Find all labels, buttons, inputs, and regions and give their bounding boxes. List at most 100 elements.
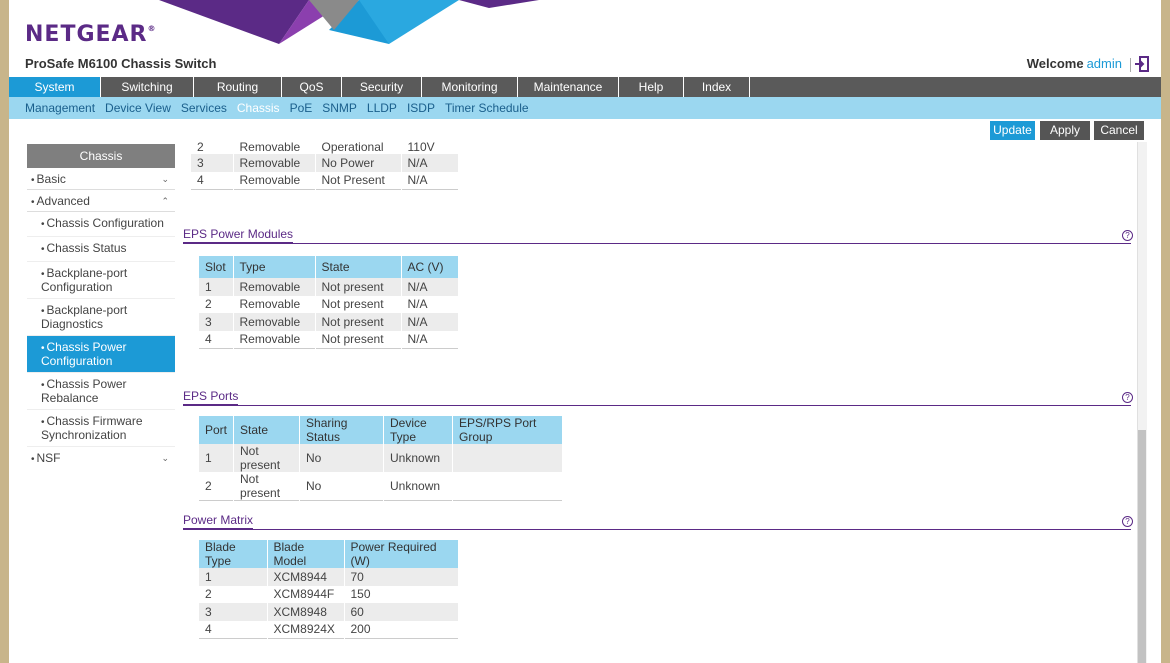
sidebar-item-label: Chassis Status bbox=[46, 241, 127, 255]
tab-switching[interactable]: Switching bbox=[101, 77, 194, 97]
column-header: Type bbox=[233, 256, 316, 278]
sidebar-item-basic[interactable]: • Basic ⌄ bbox=[27, 168, 175, 190]
sidebar-title: Chassis bbox=[27, 144, 175, 168]
subtab-timer-schedule[interactable]: Timer Schedule bbox=[445, 97, 529, 119]
cancel-button[interactable]: Cancel bbox=[1094, 121, 1144, 140]
apply-button[interactable]: Apply bbox=[1040, 121, 1090, 140]
table-cell: XCM8944 bbox=[267, 568, 345, 586]
table-cell: XCM8944F bbox=[267, 585, 345, 603]
table-row: 4 XCM8924X 200 bbox=[199, 620, 459, 638]
table-cell: 200 bbox=[344, 620, 459, 638]
sidebar-item-nsf[interactable]: • NSF ⌄ bbox=[27, 447, 175, 469]
subtab-poe[interactable]: PoE bbox=[290, 97, 313, 119]
update-button[interactable]: Update bbox=[990, 121, 1035, 140]
table-header-row: Slot Type State AC (V) bbox=[199, 256, 459, 278]
tab-index[interactable]: Index bbox=[684, 77, 750, 97]
tab-routing[interactable]: Routing bbox=[194, 77, 282, 97]
sidebar: Chassis • Basic ⌄ • Advanced ⌃ • Chassis Co… bbox=[27, 144, 175, 469]
table-cell: Not present bbox=[233, 444, 301, 472]
table-row: 1 Removable Not present N/A bbox=[199, 278, 459, 296]
table-cell: 2 bbox=[191, 140, 234, 154]
sidebar-item-backplane-port-configuration[interactable]: • Backplane-port Configuration bbox=[27, 262, 175, 299]
table-cell: Not present bbox=[315, 313, 402, 331]
sidebar-item-chassis-configuration[interactable]: • Chassis Configuration bbox=[27, 212, 175, 237]
sidebar-item-chassis-power-configuration[interactable]: • Chassis Power Configuration bbox=[27, 336, 175, 373]
table-row: 4 Removable Not present N/A bbox=[199, 330, 459, 348]
table-cell: 4 bbox=[191, 171, 234, 189]
subtab-lldp[interactable]: LLDP bbox=[367, 97, 397, 119]
help-icon[interactable]: ? bbox=[1122, 392, 1133, 403]
table-cell: Removable bbox=[233, 171, 316, 189]
chevron-up-icon: ⌃ bbox=[161, 196, 169, 206]
logout-icon[interactable] bbox=[1135, 56, 1149, 72]
tab-help[interactable]: Help bbox=[619, 77, 684, 97]
tab-monitoring[interactable]: Monitoring bbox=[422, 77, 518, 97]
help-icon[interactable]: ? bbox=[1122, 230, 1133, 241]
table-cell: Removable bbox=[233, 330, 316, 348]
table-cell: N/A bbox=[401, 295, 459, 313]
subtab-chassis[interactable]: Chassis bbox=[237, 97, 280, 119]
sidebar-item-advanced[interactable]: • Advanced ⌃ bbox=[27, 190, 175, 212]
sidebar-item-backplane-port-diagnostics[interactable]: • Backplane-port Diagnostics bbox=[27, 299, 175, 336]
column-header: Blade Type bbox=[199, 540, 268, 568]
subtab-services[interactable]: Services bbox=[181, 97, 227, 119]
table-row: 4 Removable Not Present N/A bbox=[191, 171, 459, 189]
content-area: 2 Removable Operational 110V 3 Removable… bbox=[181, 140, 1139, 663]
eps-ports-header: EPS Ports ? bbox=[183, 388, 1133, 406]
table-cell: No bbox=[299, 444, 385, 472]
table-cell: Operational bbox=[315, 140, 402, 154]
column-header: Slot bbox=[199, 256, 234, 278]
sidebar-item-chassis-firmware-synchronization[interactable]: • Chassis Firmware Synchronization bbox=[27, 410, 175, 447]
sidebar-item-label: Backplane-port Diagnostics bbox=[41, 303, 128, 331]
table-cell: N/A bbox=[401, 171, 459, 189]
table-row: 2 Removable Operational 110V bbox=[191, 140, 459, 154]
product-title: ProSafe M6100 Chassis Switch bbox=[25, 56, 217, 71]
tab-system[interactable]: System bbox=[9, 77, 101, 97]
section-title: Power Matrix bbox=[183, 513, 254, 530]
welcome-text: Welcome admin bbox=[1027, 56, 1131, 72]
table-cell: N/A bbox=[401, 313, 459, 331]
table-cell: XCM8948 bbox=[267, 603, 345, 621]
subtab-snmp[interactable]: SNMP bbox=[322, 97, 357, 119]
scrollbar-thumb[interactable] bbox=[1138, 430, 1146, 663]
subtab-device-view[interactable]: Device View bbox=[105, 97, 171, 119]
table-cell: Removable bbox=[233, 154, 316, 172]
bullet-icon: • bbox=[41, 269, 45, 280]
browser-frame-left bbox=[0, 0, 9, 663]
username-link[interactable]: admin bbox=[1087, 56, 1122, 71]
table-row: 3 Removable No Power N/A bbox=[191, 154, 459, 172]
table-cell: Not present bbox=[315, 330, 402, 348]
table-cell: Removable bbox=[233, 278, 316, 296]
subtab-isdp[interactable]: ISDP bbox=[407, 97, 435, 119]
power-matrix-table: Blade Type Blade Model Power Required (W… bbox=[199, 540, 459, 639]
table-cell: 3 bbox=[199, 313, 234, 331]
table-cell: 2 bbox=[199, 585, 268, 603]
tab-qos[interactable]: QoS bbox=[282, 77, 342, 97]
bullet-icon: • bbox=[31, 197, 35, 208]
chevron-down-icon: ⌄ bbox=[161, 174, 169, 184]
column-header: Power Required (W) bbox=[344, 540, 459, 568]
table-cell: Not present bbox=[315, 278, 402, 296]
column-header: AC (V) bbox=[401, 256, 459, 278]
table-cell: Not present bbox=[315, 295, 402, 313]
table-cell: 4 bbox=[199, 620, 268, 638]
table-cell: 1 bbox=[199, 444, 235, 472]
tab-security[interactable]: Security bbox=[342, 77, 422, 97]
section-title: EPS Ports bbox=[183, 389, 239, 406]
sidebar-item-chassis-status[interactable]: • Chassis Status bbox=[27, 237, 175, 262]
table-cell: No bbox=[299, 472, 385, 501]
table-cell: Not present bbox=[233, 472, 301, 501]
sidebar-item-label: Chassis Firmware Synchronization bbox=[41, 414, 143, 442]
table-cell: 150 bbox=[344, 585, 459, 603]
bullet-icon: • bbox=[41, 306, 45, 317]
table-cell: N/A bbox=[401, 154, 459, 172]
table-row: 1 Not present No Unknown bbox=[199, 444, 563, 472]
table-row: 2 XCM8944F 150 bbox=[199, 585, 459, 603]
tab-maintenance[interactable]: Maintenance bbox=[518, 77, 619, 97]
sidebar-item-chassis-power-rebalance[interactable]: • Chassis Power Rebalance bbox=[27, 373, 175, 410]
column-header: Port bbox=[199, 416, 235, 444]
sidebar-item-label: Backplane-port Configuration bbox=[41, 266, 128, 294]
subtab-management[interactable]: Management bbox=[25, 97, 95, 119]
help-icon[interactable]: ? bbox=[1122, 516, 1133, 527]
sidebar-item-label: Basic bbox=[36, 172, 66, 186]
